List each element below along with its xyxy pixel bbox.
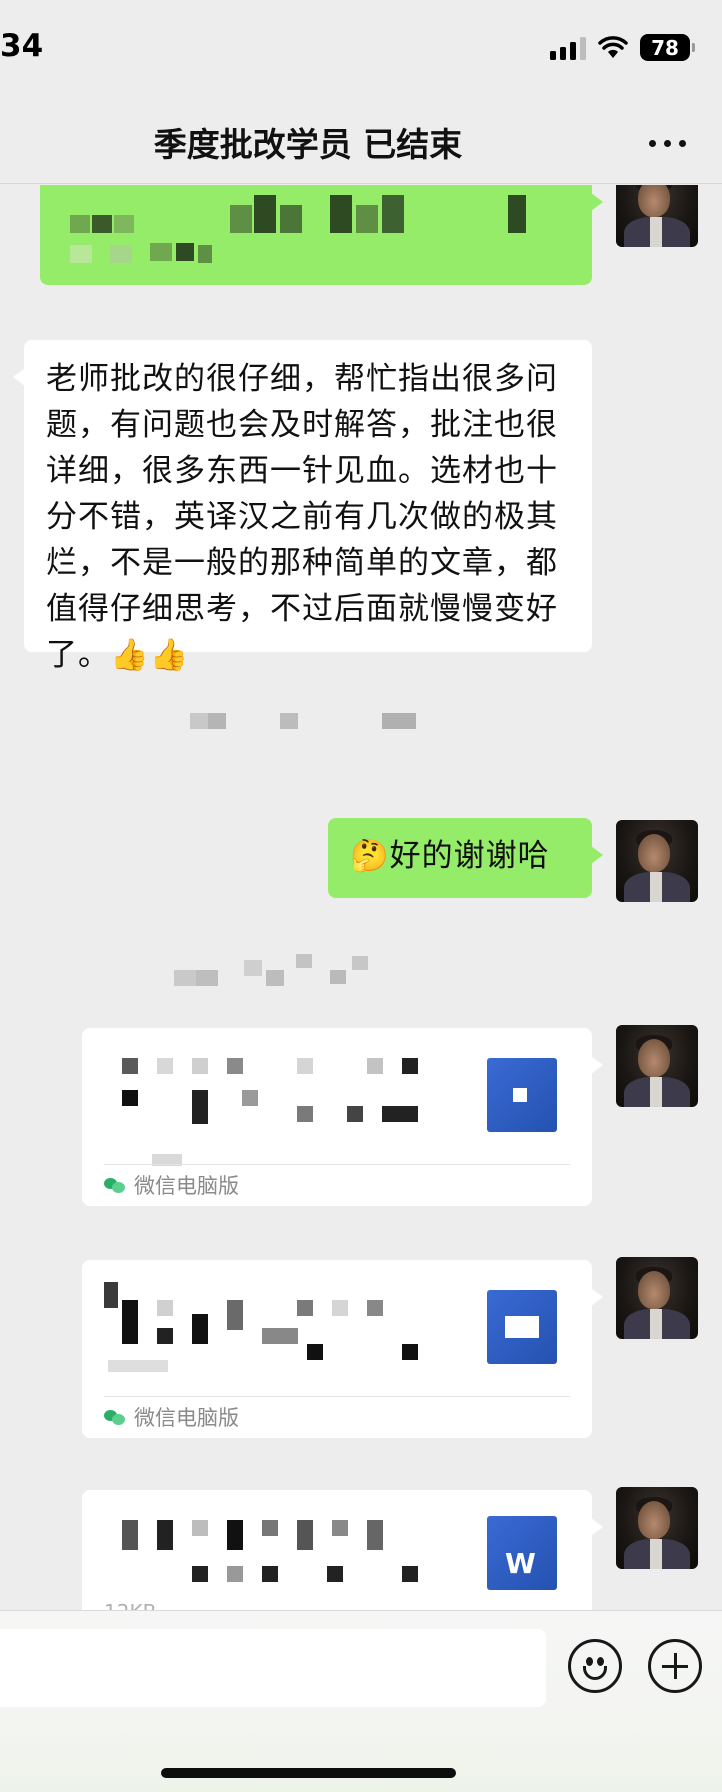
plus-circle-icon[interactable]: [648, 1639, 702, 1693]
word-file-icon: [487, 1058, 557, 1132]
sent-message[interactable]: 🤔好的谢谢哈: [328, 818, 603, 898]
file-message[interactable]: 微信电脑版: [82, 1260, 603, 1438]
word-file-icon: [487, 1290, 557, 1364]
file-message[interactable]: 12KB W: [82, 1490, 603, 1610]
file-source: 微信电脑版: [104, 1164, 570, 1204]
sent-message-blurred[interactable]: [40, 185, 603, 285]
timestamp-blurred: [180, 705, 460, 735]
timestamp-blurred: [170, 950, 390, 990]
input-bar: [0, 1610, 722, 1792]
more-dots-icon[interactable]: [649, 128, 686, 158]
status-time: 34: [0, 28, 44, 64]
word-file-letter: W: [505, 1547, 536, 1580]
signal-icon: [550, 36, 586, 60]
avatar[interactable]: [616, 820, 698, 902]
avatar[interactable]: [616, 185, 698, 247]
nav-bar: 季度批改学员 已结束: [0, 100, 722, 184]
home-indicator: [161, 1768, 456, 1778]
received-message[interactable]: 老师批改的很仔细，帮忙指出很多问题，有问题也会及时解答，批注也很详细，很多东西一…: [13, 340, 592, 673]
chat-title: 季度批改学员 已结束: [153, 125, 463, 164]
chat-area[interactable]: 老师批改的很仔细，帮忙指出很多问题，有问题也会及时解答，批注也很详细，很多东西一…: [0, 185, 722, 1610]
avatar[interactable]: [616, 1487, 698, 1569]
status-indicators: 78: [550, 34, 695, 61]
wechat-icon: [104, 1408, 126, 1426]
status-bar: 34 78: [0, 0, 722, 100]
avatar[interactable]: [616, 1257, 698, 1339]
avatar[interactable]: [616, 1025, 698, 1107]
battery-level: 78: [651, 35, 679, 60]
smiley-icon[interactable]: [568, 1639, 622, 1693]
wechat-icon: [104, 1176, 126, 1194]
battery-icon: 78: [640, 34, 695, 61]
message-input[interactable]: [0, 1629, 546, 1707]
file-source-label: 微信电脑版: [134, 1173, 239, 1198]
word-file-icon: W: [487, 1516, 557, 1590]
file-source: 微信电脑版: [104, 1396, 570, 1436]
message-text: 🤔好的谢谢哈: [350, 838, 550, 874]
file-message[interactable]: 微信电脑版: [82, 1028, 603, 1206]
file-source-label: 微信电脑版: [134, 1405, 239, 1430]
file-size: 12KB: [104, 1600, 156, 1610]
wifi-icon: [598, 35, 628, 58]
message-text: 老师批改的很仔细，帮忙指出很多问题，有问题也会及时解答，批注也很详细，很多东西一…: [46, 361, 558, 673]
